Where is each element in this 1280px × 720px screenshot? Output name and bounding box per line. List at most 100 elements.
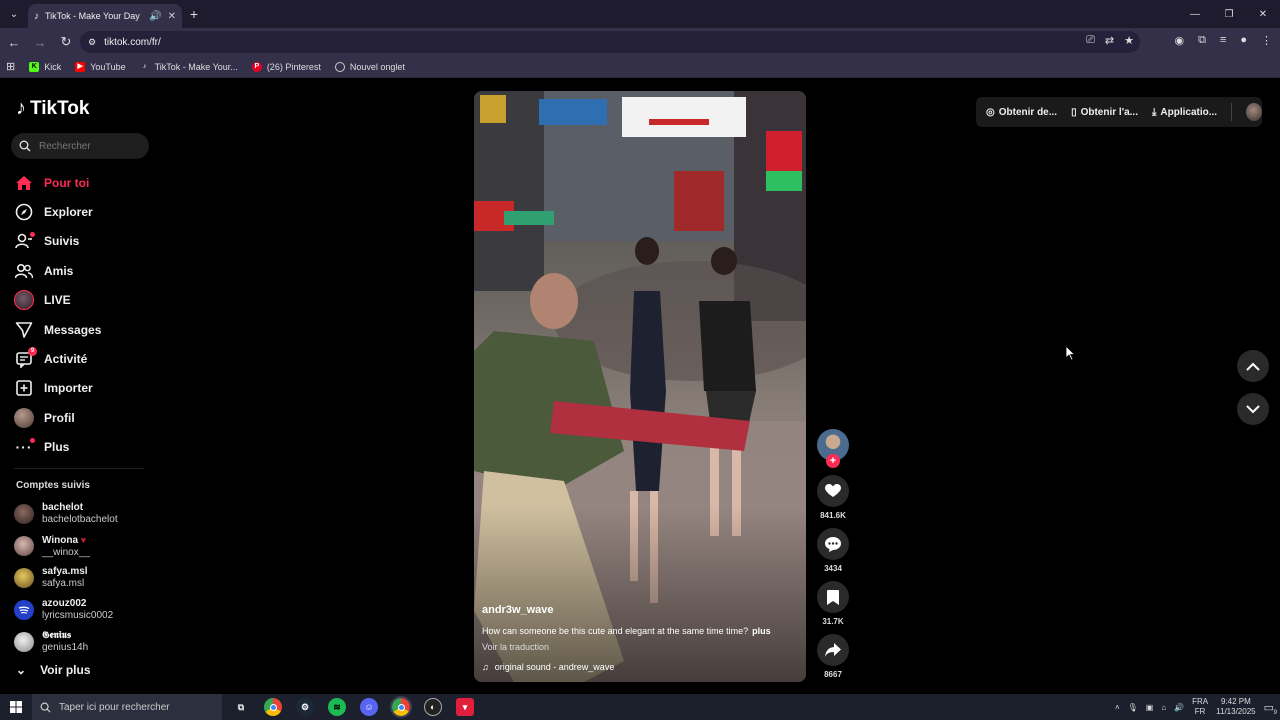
save-button[interactable] (817, 581, 849, 613)
messages-icon (14, 320, 34, 340)
site-info-icon[interactable]: ⚙ (88, 37, 96, 48)
profile-avatar-icon[interactable]: ● (1240, 34, 1247, 47)
windows-taskbar: Taper ici pour rechercher ⧉ ⚙ ≋ ☺ ◐ ▾ ˄ … (0, 694, 1280, 720)
nav-more[interactable]: ··· Plus (14, 433, 154, 462)
start-button[interactable] (0, 701, 32, 713)
chrome-icon[interactable] (264, 698, 282, 716)
restore-button[interactable]: ❐ (1212, 0, 1246, 28)
video-player[interactable]: andr3w_wave How can someone be this cute… (474, 91, 806, 682)
live-icon (14, 290, 34, 311)
close-window-button[interactable]: ✕ (1246, 0, 1280, 28)
nav-activity[interactable]: 9 Activité (14, 344, 154, 373)
account-avatar (14, 600, 34, 620)
see-more-button[interactable]: ⌄ Voir plus (16, 663, 91, 677)
home-icon (14, 173, 34, 193)
chrome-active-icon[interactable] (390, 696, 412, 718)
activity-icon: 9 (14, 347, 37, 369)
tab-search-icon[interactable]: ⌄ (0, 0, 28, 28)
previous-video-button[interactable] (1237, 350, 1269, 382)
coin-icon: ◎ (986, 106, 995, 118)
account-name: bachelot (42, 502, 84, 513)
tray-chevron-icon[interactable]: ˄ (1115, 703, 1120, 712)
like-button[interactable] (817, 475, 849, 507)
video-username[interactable]: andr3w_wave (482, 604, 554, 616)
language-indicator[interactable]: FRA FR (1192, 697, 1208, 717)
following-account[interactable]: Winona ♥ __winox__ (14, 530, 154, 562)
share-count: 8667 (824, 670, 842, 679)
steam-icon[interactable]: ⚙ (296, 698, 314, 716)
music-note-icon: ♫ (482, 662, 489, 672)
url-text[interactable]: tiktok.com/fr/ (104, 37, 161, 48)
nav-live[interactable]: LIVE (14, 286, 154, 315)
nav-for-you[interactable]: Pour toi (14, 168, 154, 197)
nav-explore[interactable]: Explorer (14, 197, 154, 226)
nav-following[interactable]: Suivis (14, 227, 154, 256)
get-app-button[interactable]: ▯ Obtenir l'a... (1071, 107, 1138, 118)
speaker-icon[interactable]: 🔊 (149, 11, 161, 22)
cast-icon[interactable]: ⎚ (1086, 34, 1095, 47)
discord-icon[interactable]: ☺ (360, 698, 378, 716)
nav-upload[interactable]: Importer (14, 374, 154, 403)
new-tab-button[interactable]: + (182, 6, 206, 22)
puzzle-extensions-icon[interactable]: ⧉ (1198, 34, 1206, 47)
account-name: safya.msl (42, 566, 88, 577)
video-sound[interactable]: ♫ original sound - andrew_wave (482, 662, 614, 672)
microphone-icon[interactable]: 🎙 (1128, 703, 1138, 712)
media-control-icon[interactable]: ≡ (1220, 34, 1226, 47)
apps-grid-icon[interactable]: ⊞ (6, 60, 15, 73)
user-avatar[interactable] (1245, 103, 1262, 121)
comment-button[interactable] (817, 528, 849, 560)
task-view-icon[interactable]: ⧉ (232, 698, 250, 716)
browser-tab[interactable]: ♪ TikTok - Make Your Day 🔊 ✕ (28, 4, 182, 28)
live-avatar (14, 290, 34, 311)
spotify-icon (18, 606, 30, 614)
kick-icon: K (29, 61, 40, 72)
desktop-app-button[interactable]: ⤓ Applicatio... (1152, 107, 1217, 118)
extension-icon[interactable]: ◉ (1174, 34, 1184, 47)
see-translation-link[interactable]: Voir la traduction (482, 642, 549, 652)
bookmark-new-tab[interactable]: Nouvel onglet (334, 61, 405, 72)
reload-button[interactable]: ↻ (54, 30, 78, 54)
menu-kebab-icon[interactable]: ⋮ (1261, 34, 1272, 47)
system-tray: ˄ 🎙 ▣ ⌂ 🔊 FRA FR 9:42 PM 11/13/2025 ▭ 9 (1115, 694, 1280, 720)
get-coins-button[interactable]: ◎ Obtenir de... (986, 107, 1057, 118)
creator-avatar[interactable]: + (817, 429, 849, 468)
tiktok-icon: ♪ (142, 62, 147, 70)
tray-app-icon[interactable]: ▣ (1146, 703, 1154, 712)
forward-button[interactable]: → (28, 30, 52, 54)
bookmark-kick[interactable]: K Kick (29, 61, 61, 72)
search-input[interactable]: Rechercher (11, 133, 149, 159)
nav-profile[interactable]: Profil (14, 403, 154, 432)
share-button[interactable] (817, 634, 849, 666)
tiktok-logo[interactable]: ♪ TikTok (16, 97, 89, 120)
volume-icon[interactable]: 🔊 (1174, 703, 1184, 712)
app-red-icon[interactable]: ▾ (456, 698, 474, 716)
obs-icon[interactable]: ◐ (424, 698, 442, 716)
notification-icon[interactable]: ▭ 9 (1264, 701, 1277, 716)
following-account[interactable]: safya.msl safya.msl (14, 562, 154, 594)
taskbar-search[interactable]: Taper ici pour rechercher (32, 694, 222, 720)
translate-icon[interactable]: ⇄ (1105, 34, 1114, 47)
bookmark-pinterest[interactable]: P (26) Pinterest (251, 61, 321, 72)
network-icon[interactable]: ⌂ (1161, 703, 1166, 712)
next-video-button[interactable] (1237, 393, 1269, 425)
caption-more-link[interactable]: plus (752, 626, 771, 636)
search-placeholder: Rechercher (39, 140, 91, 152)
follow-plus-icon[interactable]: + (826, 454, 840, 468)
bookmark-star-icon[interactable]: ★ (1124, 34, 1134, 47)
following-account[interactable]: bachelot bachelotbachelot (14, 498, 154, 530)
bookmark-tiktok[interactable]: ♪ TikTok - Make Your... (140, 62, 238, 72)
browser-tab-bar: ⌄ ♪ TikTok - Make Your Day 🔊 ✕ + — ❐ ✕ (0, 0, 1280, 28)
back-button[interactable]: ← (2, 30, 26, 54)
omnibox[interactable]: ⚙ tiktok.com/fr/ (80, 31, 1140, 53)
nav-friends[interactable]: Amis (14, 256, 154, 285)
following-account[interactable]: 𝕲𝖊𝖓𝖎𝖚𝖘 genius14h (14, 626, 154, 658)
account-handle: __winox__ (42, 546, 90, 558)
bookmark-youtube[interactable]: ▶ YouTube (75, 61, 126, 72)
close-tab-icon[interactable]: ✕ (168, 11, 176, 22)
clock[interactable]: 9:42 PM 11/13/2025 (1216, 697, 1255, 717)
minimize-button[interactable]: — (1178, 0, 1212, 28)
following-account[interactable]: azouz002 lyricsmusic0002 (14, 594, 154, 626)
nav-messages[interactable]: Messages (14, 315, 154, 344)
spotify-icon[interactable]: ≋ (328, 698, 346, 716)
